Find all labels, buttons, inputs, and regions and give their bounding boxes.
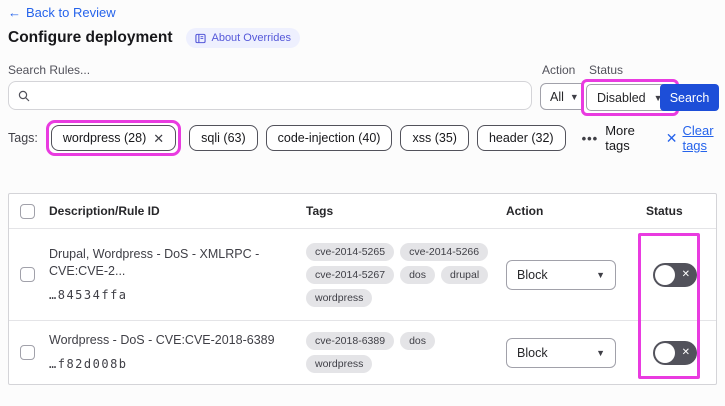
book-icon	[195, 33, 207, 43]
title-row: Configure deployment About Overrides	[8, 28, 300, 48]
status-toggle[interactable]: ✕	[653, 340, 697, 365]
rule-description-cell: Wordpress - DoS - CVE:CVE-2018-6389 …f82…	[49, 332, 306, 372]
chevron-down-icon: ▼	[569, 91, 579, 102]
clear-tags-label: Clear tags	[682, 123, 714, 153]
toggle-knob	[655, 342, 675, 363]
rule-id: …84534ffa	[49, 287, 128, 302]
status-filter-label: Status	[589, 63, 624, 77]
rule-tag: dos	[400, 265, 435, 284]
rule-description: Drupal, Wordpress - DoS - XMLRPC - CVE:C…	[49, 246, 260, 279]
action-filter-value: All	[550, 89, 564, 104]
column-header-action: Action	[506, 204, 544, 218]
rule-tag: dos	[400, 332, 435, 350]
remove-tag-icon[interactable]: ✕	[153, 132, 164, 145]
row-checkbox[interactable]	[20, 345, 35, 360]
tag-pill-code-injection[interactable]: code-injection (40)	[265, 125, 393, 151]
tag-pill-wordpress[interactable]: wordpress (28) ✕	[50, 125, 177, 151]
column-header-description: Description/Rule ID	[49, 204, 160, 218]
rule-tag: wordpress	[306, 355, 373, 373]
status-filter-value: Disabled	[597, 90, 646, 105]
rule-description: Wordpress - DoS - CVE:CVE-2018-6389	[49, 333, 275, 348]
page-title: Configure deployment	[8, 29, 173, 46]
about-overrides-label: About Overrides	[211, 32, 291, 44]
back-link-label: Back to Review	[26, 5, 116, 20]
tag-pill-label: wordpress (28)	[62, 131, 147, 145]
tag-pill-label: header (32)	[488, 131, 554, 145]
selected-tag-highlight: wordpress (28) ✕	[45, 120, 182, 156]
status-toggle[interactable]: ✕	[653, 262, 697, 287]
tag-pill-sqli[interactable]: sqli (63)	[189, 125, 258, 151]
toggle-off-icon: ✕	[681, 346, 690, 358]
select-all-checkbox[interactable]	[20, 203, 35, 219]
clear-tags-button[interactable]: ✕ Clear tags	[666, 123, 720, 153]
rule-tags-cell: cve-2014-5265 cve-2014-5266 cve-2014-526…	[306, 242, 506, 307]
configure-deployment-page: ← Back to Review Configure deployment Ab…	[0, 0, 725, 406]
tag-pill-xss[interactable]: xss (35)	[400, 125, 469, 151]
rule-tag: drupal	[441, 265, 489, 284]
ellipsis-icon: •••	[581, 130, 599, 146]
rule-id: …f82d008b	[49, 356, 128, 371]
search-rules-label: Search Rules...	[8, 63, 91, 77]
rule-tags-cell: cve-2018-6389 dos wordpress	[306, 332, 506, 373]
chevron-down-icon: ▼	[596, 347, 605, 358]
rules-table: Description/Rule ID Tags Action Status D…	[8, 193, 717, 385]
toggle-knob	[655, 264, 675, 285]
back-arrow-icon: ←	[8, 5, 21, 20]
chevron-down-icon: ▼	[596, 269, 605, 280]
row-checkbox[interactable]	[20, 267, 35, 282]
action-select-value: Block	[517, 267, 548, 282]
rule-tag: cve-2018-6389	[306, 332, 395, 350]
rule-tag: wordpress	[306, 288, 373, 307]
table-row: Wordpress - DoS - CVE:CVE-2018-6389 …f82…	[9, 321, 716, 384]
column-header-status: Status	[646, 204, 683, 218]
search-button[interactable]: Search	[660, 84, 719, 111]
clear-icon: ✕	[665, 129, 678, 146]
search-rules-input[interactable]	[36, 88, 522, 103]
rule-tag: cve-2014-5266	[400, 242, 489, 261]
more-tags-label: More tags	[605, 123, 635, 153]
tag-pill-header[interactable]: header (32)	[476, 125, 566, 151]
back-to-review-link[interactable]: ← Back to Review	[8, 5, 116, 20]
tags-filter-bar: Tags: wordpress (28) ✕ sqli (63) code-in…	[8, 120, 720, 156]
table-header-row: Description/Rule ID Tags Action Status	[9, 194, 716, 229]
more-tags-button[interactable]: ••• More tags	[582, 123, 640, 153]
rule-description-cell: Drupal, Wordpress - DoS - XMLRPC - CVE:C…	[49, 246, 306, 304]
tag-pill-label: code-injection (40)	[277, 131, 381, 145]
search-rules-field[interactable]	[8, 81, 532, 110]
tag-pill-label: sqli (63)	[201, 131, 246, 145]
rule-tag: cve-2014-5267	[306, 265, 395, 284]
action-select[interactable]: Block ▼	[506, 337, 616, 368]
tag-pill-label: xss (35)	[412, 131, 457, 145]
rule-tag: cve-2014-5265	[306, 242, 395, 261]
about-overrides-badge[interactable]: About Overrides	[186, 28, 300, 48]
action-filter-label: Action	[542, 63, 576, 77]
action-select[interactable]: Block ▼	[506, 259, 616, 290]
toggle-off-icon: ✕	[681, 268, 690, 280]
search-icon	[18, 90, 30, 101]
tags-label: Tags:	[8, 131, 38, 145]
column-header-tags: Tags	[306, 204, 334, 218]
action-select-value: Block	[517, 345, 548, 360]
table-row: Drupal, Wordpress - DoS - XMLRPC - CVE:C…	[9, 229, 716, 321]
